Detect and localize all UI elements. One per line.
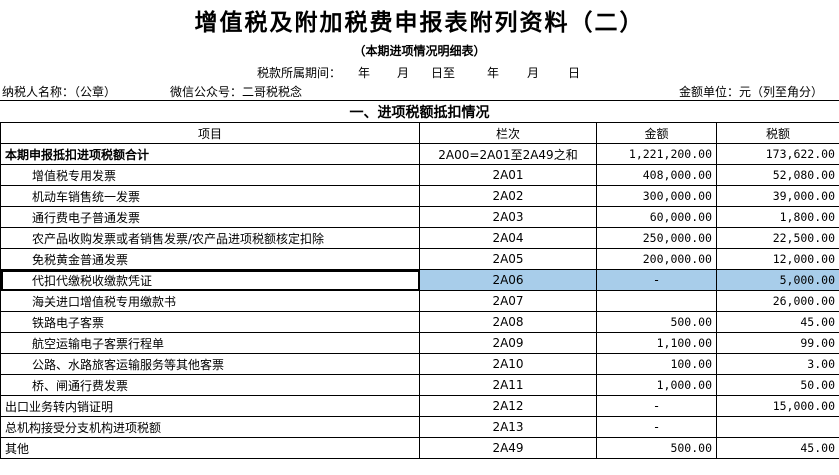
row-code[interactable]: 2A05: [419, 248, 597, 270]
selected-table-row: 代扣代缴税收缴款凭证 2A06 - 5,000.00: [0, 269, 839, 291]
row-item[interactable]: 桥、闸通行费发票: [0, 374, 420, 396]
input-tax-table: 项目 栏次 金额 税额 本期申报抵扣进项税额合计 2A00=2A01至2A49之…: [0, 122, 839, 459]
row-amount[interactable]: 200,000.00: [596, 248, 717, 270]
tax-period-label: 税款所属期间：: [257, 66, 342, 80]
table-row: 免税黄金普通发票 2A05 200,000.00 12,000.00: [0, 248, 839, 270]
row-item[interactable]: 其他: [0, 437, 420, 459]
row-code[interactable]: 2A49: [419, 437, 597, 459]
row-item[interactable]: 农产品收购发票或者销售发票/农产品进项税额核定扣除: [0, 227, 420, 249]
taxpayer-name-label: 纳税人名称：（公章）: [2, 85, 117, 99]
row-code[interactable]: 2A06: [419, 269, 597, 291]
row-item[interactable]: 机动车销售统一发票: [0, 185, 420, 207]
row-item[interactable]: 免税黄金普通发票: [0, 248, 420, 270]
row-amount[interactable]: 60,000.00: [596, 206, 717, 228]
row-code[interactable]: 2A00=2A01至2A49之和: [419, 143, 597, 165]
row-amount[interactable]: 250,000.00: [596, 227, 717, 249]
tax-period-row: 税款所属期间： 年 月 日至 年 月 日: [0, 61, 839, 81]
period-month-end: 月: [527, 66, 540, 80]
row-code[interactable]: 2A04: [419, 227, 597, 249]
row-code[interactable]: 2A09: [419, 332, 597, 354]
table-row: 航空运输电子客票行程单 2A09 1,100.00 99.00: [0, 332, 839, 354]
row-code[interactable]: 2A11: [419, 374, 597, 396]
table-row: 机动车销售统一发票 2A02 300,000.00 39,000.00: [0, 185, 839, 207]
row-tax[interactable]: 12,000.00: [716, 248, 839, 270]
period-month-start: 月: [397, 66, 410, 80]
period-year-end: 年: [487, 66, 500, 80]
table-row: 通行费电子普通发票 2A03 60,000.00 1,800.00: [0, 206, 839, 228]
row-amount[interactable]: 1,000.00: [596, 374, 717, 396]
row-tax[interactable]: 15,000.00: [716, 395, 839, 417]
column-header-code: 栏次: [419, 122, 597, 144]
row-amount[interactable]: 408,000.00: [596, 164, 717, 186]
row-tax[interactable]: 50.00: [716, 374, 839, 396]
row-code[interactable]: 2A03: [419, 206, 597, 228]
row-amount[interactable]: -: [596, 269, 717, 291]
section-title: 一、进项税额抵扣情况: [0, 100, 839, 122]
row-amount[interactable]: 500.00: [596, 311, 717, 333]
table-row: 铁路电子客票 2A08 500.00 45.00: [0, 311, 839, 333]
column-header-tax: 税额: [716, 122, 839, 144]
row-amount[interactable]: -: [596, 395, 717, 417]
row-tax[interactable]: 52,080.00: [716, 164, 839, 186]
row-item[interactable]: 海关进口增值税专用缴款书: [0, 290, 420, 312]
table-header-row: 项目 栏次 金额 税额: [0, 122, 839, 144]
table-row: 增值税专用发票 2A01 408,000.00 52,080.00: [0, 164, 839, 186]
row-item[interactable]: 航空运输电子客票行程单: [0, 332, 420, 354]
row-item[interactable]: 增值税专用发票: [0, 164, 420, 186]
row-amount[interactable]: -: [596, 416, 717, 438]
row-item[interactable]: 通行费电子普通发票: [0, 206, 420, 228]
row-tax[interactable]: 1,800.00: [716, 206, 839, 228]
row-item[interactable]: 代扣代缴税收缴款凭证: [0, 269, 420, 291]
form-title: 增值税及附加税费申报表附列资料（二）: [194, 9, 645, 36]
row-code[interactable]: 2A12: [419, 395, 597, 417]
table-row: 本期申报抵扣进项税额合计 2A00=2A01至2A49之和 1,221,200.…: [0, 143, 839, 165]
row-tax[interactable]: 3.00: [716, 353, 839, 375]
column-header-amount: 金额: [596, 122, 717, 144]
amount-unit-label: 金额单位：元（列至角分）: [679, 85, 824, 99]
table-row: 出口业务转内销证明 2A12 - 15,000.00: [0, 395, 839, 417]
row-tax[interactable]: 5,000.00: [716, 269, 839, 291]
row-item[interactable]: 铁路电子客票: [0, 311, 420, 333]
table-row: 总机构接受分支机构进项税额 2A13 -: [0, 416, 839, 438]
table-row: 农产品收购发票或者销售发票/农产品进项税额核定扣除 2A04 250,000.0…: [0, 227, 839, 249]
table-row: 其他 2A49 500.00 45.00: [0, 437, 839, 459]
row-amount[interactable]: 500.00: [596, 437, 717, 459]
row-tax[interactable]: 22,500.00: [716, 227, 839, 249]
row-amount[interactable]: [596, 290, 717, 312]
row-code[interactable]: 2A02: [419, 185, 597, 207]
row-code[interactable]: 2A07: [419, 290, 597, 312]
row-tax[interactable]: 99.00: [716, 332, 839, 354]
row-tax[interactable]: 45.00: [716, 311, 839, 333]
row-code[interactable]: 2A13: [419, 416, 597, 438]
period-year-start: 年: [358, 66, 371, 80]
row-tax[interactable]: 26,000.00: [716, 290, 839, 312]
form-subtitle: （本期进项情况明细表）: [353, 44, 486, 58]
wechat-account-label: 微信公众号：二哥税税念: [170, 85, 303, 99]
taxpayer-info-row: 纳税人名称：（公章） 微信公众号：二哥税税念 金额单位：元（列至角分）: [0, 81, 839, 100]
row-tax[interactable]: [716, 416, 839, 438]
period-day-to: 日至: [431, 66, 456, 80]
row-item[interactable]: 公路、水路旅客运输服务等其他客票: [0, 353, 420, 375]
row-code[interactable]: 2A08: [419, 311, 597, 333]
row-amount[interactable]: 1,100.00: [596, 332, 717, 354]
row-item[interactable]: 总机构接受分支机构进项税额: [0, 416, 420, 438]
row-code[interactable]: 2A10: [419, 353, 597, 375]
row-tax[interactable]: 173,622.00: [716, 143, 839, 165]
row-amount[interactable]: 1,221,200.00: [596, 143, 717, 165]
table-row: 公路、水路旅客运输服务等其他客票 2A10 100.00 3.00: [0, 353, 839, 375]
table-row: 海关进口增值税专用缴款书 2A07 26,000.00: [0, 290, 839, 312]
row-tax[interactable]: 39,000.00: [716, 185, 839, 207]
table-row: 桥、闸通行费发票 2A11 1,000.00 50.00: [0, 374, 839, 396]
row-code[interactable]: 2A01: [419, 164, 597, 186]
row-tax[interactable]: 45.00: [716, 437, 839, 459]
column-header-item: 项目: [0, 122, 420, 144]
row-item[interactable]: 出口业务转内销证明: [0, 395, 420, 417]
row-amount[interactable]: 300,000.00: [596, 185, 717, 207]
row-item[interactable]: 本期申报抵扣进项税额合计: [0, 143, 420, 165]
period-day-end: 日: [568, 66, 581, 80]
row-amount[interactable]: 100.00: [596, 353, 717, 375]
